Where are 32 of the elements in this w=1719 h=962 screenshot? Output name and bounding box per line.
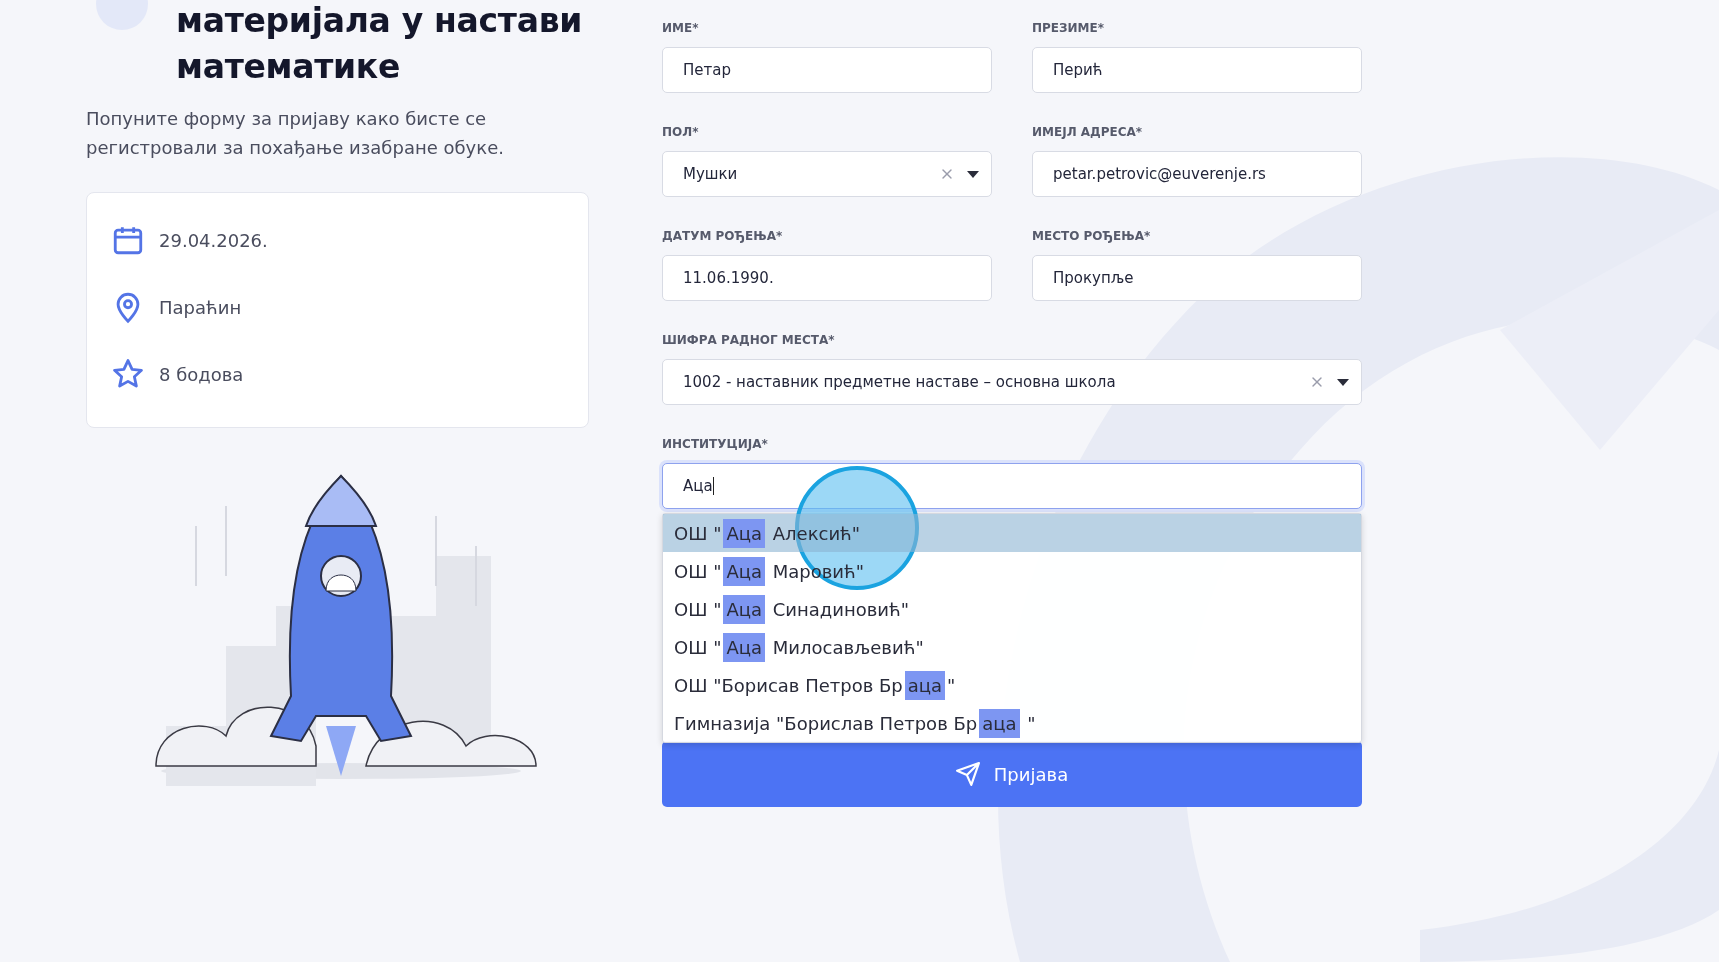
select-field[interactable]: 1002 - наставник предметне наставе – основна школа <box>662 359 1362 405</box>
page-title: материјала у настави <box>176 0 583 42</box>
suggestion-option[interactable]: ОШ " Аца Милосављевић" <box>663 628 1361 666</box>
detail-text: 29.04.2026. <box>159 229 268 251</box>
submit-button[interactable]: Пријава <box>662 741 1362 807</box>
field-label: ИМЕ* <box>662 21 700 35</box>
search-field[interactable]: Аца <box>662 463 1362 509</box>
detail-text: Параћин <box>159 296 242 318</box>
star-icon <box>111 357 145 391</box>
page-title: математике <box>176 46 402 88</box>
field-label: ДАТУМ РОЂЕЊА* <box>662 229 784 243</box>
select-field[interactable]: Мушки <box>662 151 992 197</box>
caret-icon <box>1337 378 1349 386</box>
caret-icon <box>967 170 979 178</box>
input-field[interactable]: petar.petrovic@euverenje.rs <box>1032 151 1362 197</box>
input-field[interactable]: Петар <box>662 47 992 93</box>
suggestion-option[interactable]: Гимназија "Борислав Петров Бр аца " <box>663 704 1361 742</box>
field-label: ИНСТИТУЦИЈА* <box>662 437 769 451</box>
field-label: МЕСТО РОЂЕЊА* <box>1032 229 1152 243</box>
input-field[interactable]: Перић <box>1032 47 1362 93</box>
suggestion-option[interactable]: ОШ " Аца Синадиновић" <box>663 590 1361 628</box>
field-label: ИМЕЈЛ АДРЕСА* <box>1032 125 1144 139</box>
field-label: ПОЛ* <box>662 125 700 139</box>
suggestion-option[interactable]: ОШ "Борисав Петров Бр аца " <box>663 666 1361 704</box>
intro-text: Попуните форму за пријаву како бисте се регистровали за похађање изабране обуке. <box>86 107 505 160</box>
field-label: ШИФРА РАДНОГ МЕСТА* <box>662 333 836 347</box>
detail-text: 8 бодова <box>159 363 244 385</box>
field-label: ПРЕЗИМЕ* <box>1032 21 1106 35</box>
send-icon <box>955 762 980 786</box>
input-field[interactable]: Прокупље <box>1032 255 1362 301</box>
input-field[interactable]: 11.06.1990. <box>662 255 992 301</box>
suggestion-option[interactable]: ОШ " Аца Алексић" <box>663 514 1361 552</box>
